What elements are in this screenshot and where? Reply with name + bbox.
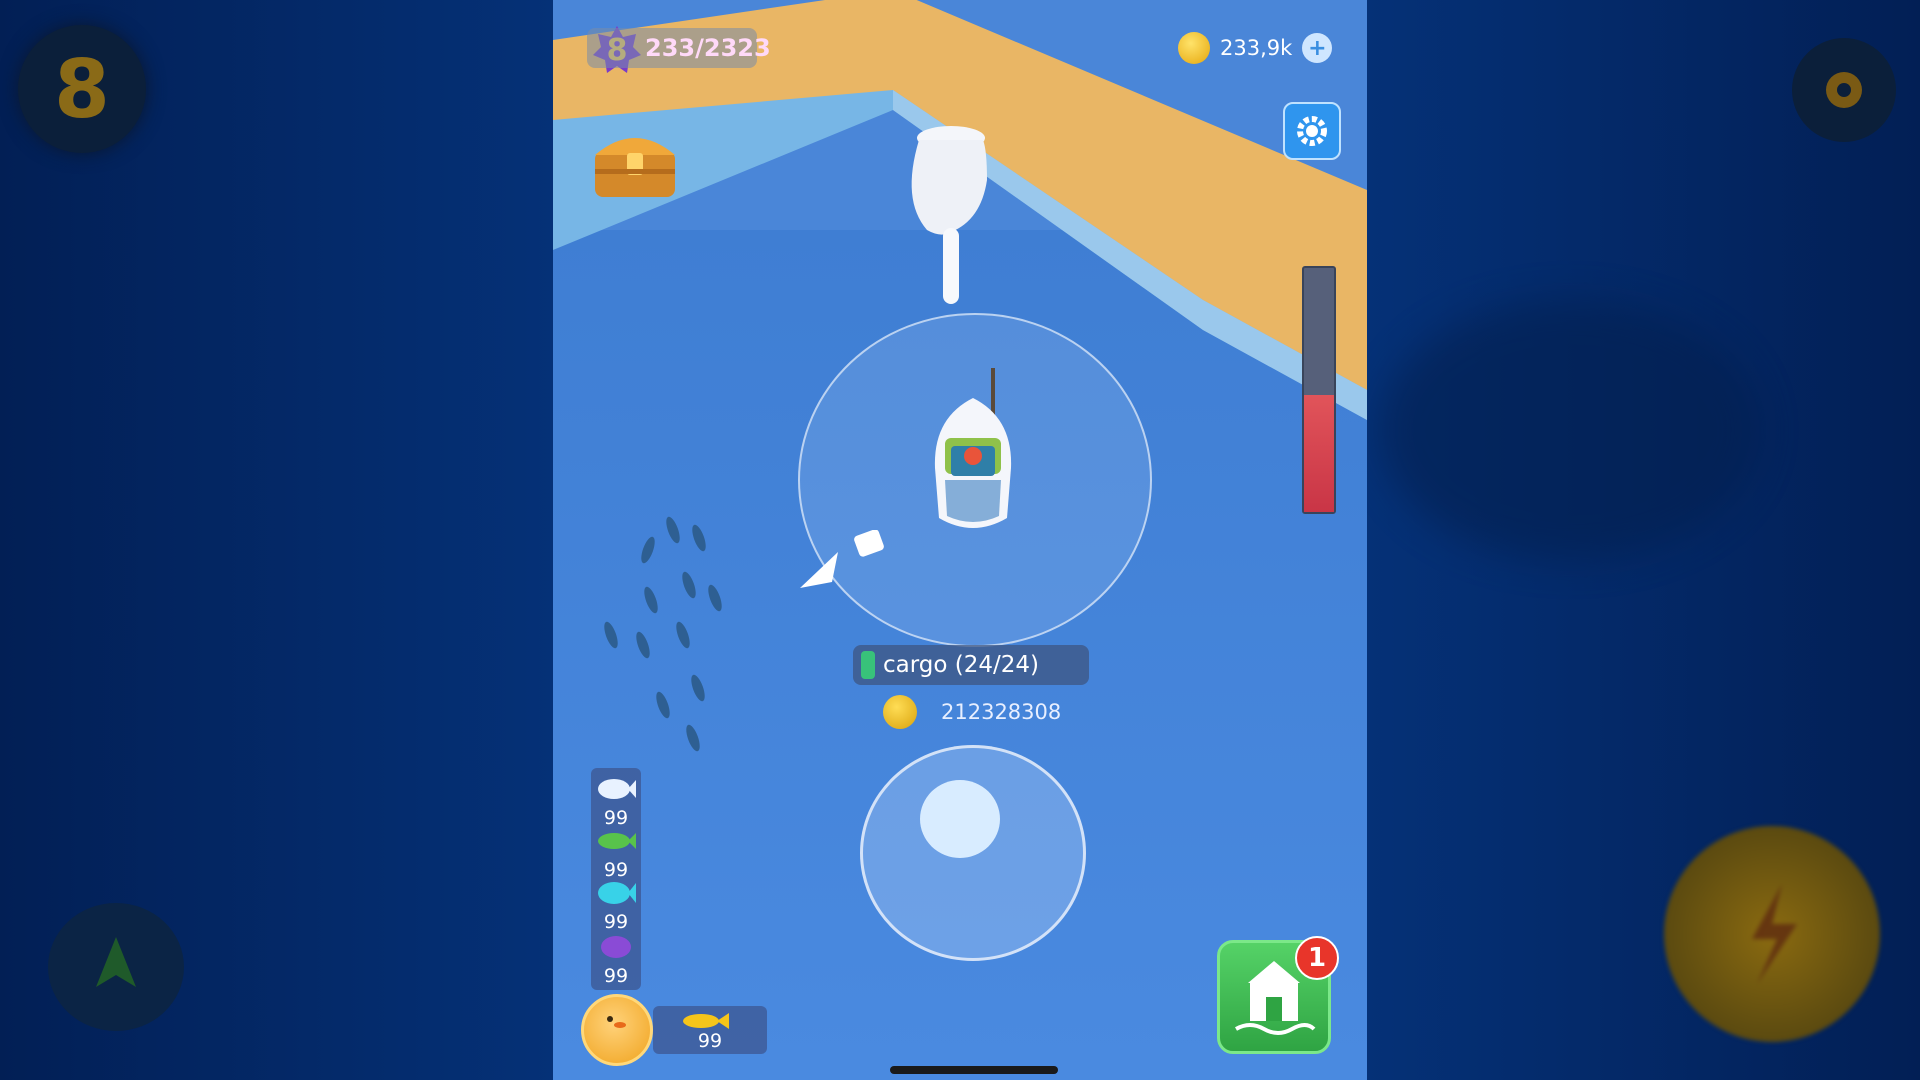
gear-icon xyxy=(1297,116,1327,146)
blurred-level-badge: 8 xyxy=(18,25,146,153)
blurred-gear-icon xyxy=(1792,38,1896,142)
pet-panel: 99 xyxy=(653,1006,767,1054)
fuel-gauge xyxy=(1302,266,1336,514)
coin-icon xyxy=(883,695,917,729)
player-boat xyxy=(921,368,1025,558)
inventory-item: 99 xyxy=(591,880,641,933)
blurred-shadow xyxy=(1380,300,1760,560)
notification-badge: 1 xyxy=(1295,936,1339,980)
cargo-label: cargo (24/24) xyxy=(883,652,1040,678)
coin-icon xyxy=(1178,32,1210,64)
inventory-count: 99 xyxy=(603,965,629,987)
cargo-value: 212328308 xyxy=(883,692,1133,732)
purple-fish-icon xyxy=(601,936,631,958)
coin-amount: 233,9k xyxy=(1220,36,1293,60)
inventory-count: 99 xyxy=(603,859,629,881)
xp-text: 233/2323 xyxy=(645,34,771,62)
inventory-item: 99 xyxy=(591,828,641,881)
joystick-knob[interactable] xyxy=(920,780,1000,858)
inventory-item: 99 xyxy=(591,934,641,987)
game-viewport[interactable]: 8 233/2323 233,9k + xyxy=(553,0,1367,1080)
cargo-status: cargo (24/24) xyxy=(853,645,1089,685)
cargo-indicator xyxy=(861,651,875,679)
inventory-item: 99 xyxy=(591,776,641,829)
direction-arrow-icon xyxy=(798,529,898,590)
pet-avatar[interactable] xyxy=(581,994,653,1066)
cargo-value-text: 212328308 xyxy=(941,700,1062,724)
pet-count: 99 xyxy=(697,1030,723,1052)
blurred-arrow-icon xyxy=(48,903,184,1031)
gold-fish-icon xyxy=(683,1013,729,1029)
duck-icon xyxy=(607,1016,626,1028)
treasure-chest-icon xyxy=(595,138,675,197)
lighthouse-drop-point xyxy=(891,120,1011,310)
fish-school xyxy=(603,510,743,760)
fuel-gauge-fill xyxy=(1304,394,1334,512)
inventory-count: 99 xyxy=(603,911,629,933)
inventory-count: 99 xyxy=(603,807,629,829)
add-coins-button[interactable]: + xyxy=(1302,33,1333,63)
settings-button[interactable] xyxy=(1283,102,1341,160)
treasure-chest-button[interactable] xyxy=(591,125,679,201)
home-indicator xyxy=(890,1066,1058,1074)
blurred-level-text: 8 xyxy=(54,42,110,136)
cyan-fish-icon xyxy=(598,882,636,904)
inventory-panel: 99 99 99 99 xyxy=(591,768,641,990)
white-fish-icon xyxy=(598,779,636,799)
coin-counter: 233,9k + xyxy=(1178,28,1348,68)
green-fish-icon xyxy=(598,833,636,849)
blurred-boost-button xyxy=(1664,826,1880,1042)
xp-bar: 233/2323 xyxy=(587,28,771,68)
